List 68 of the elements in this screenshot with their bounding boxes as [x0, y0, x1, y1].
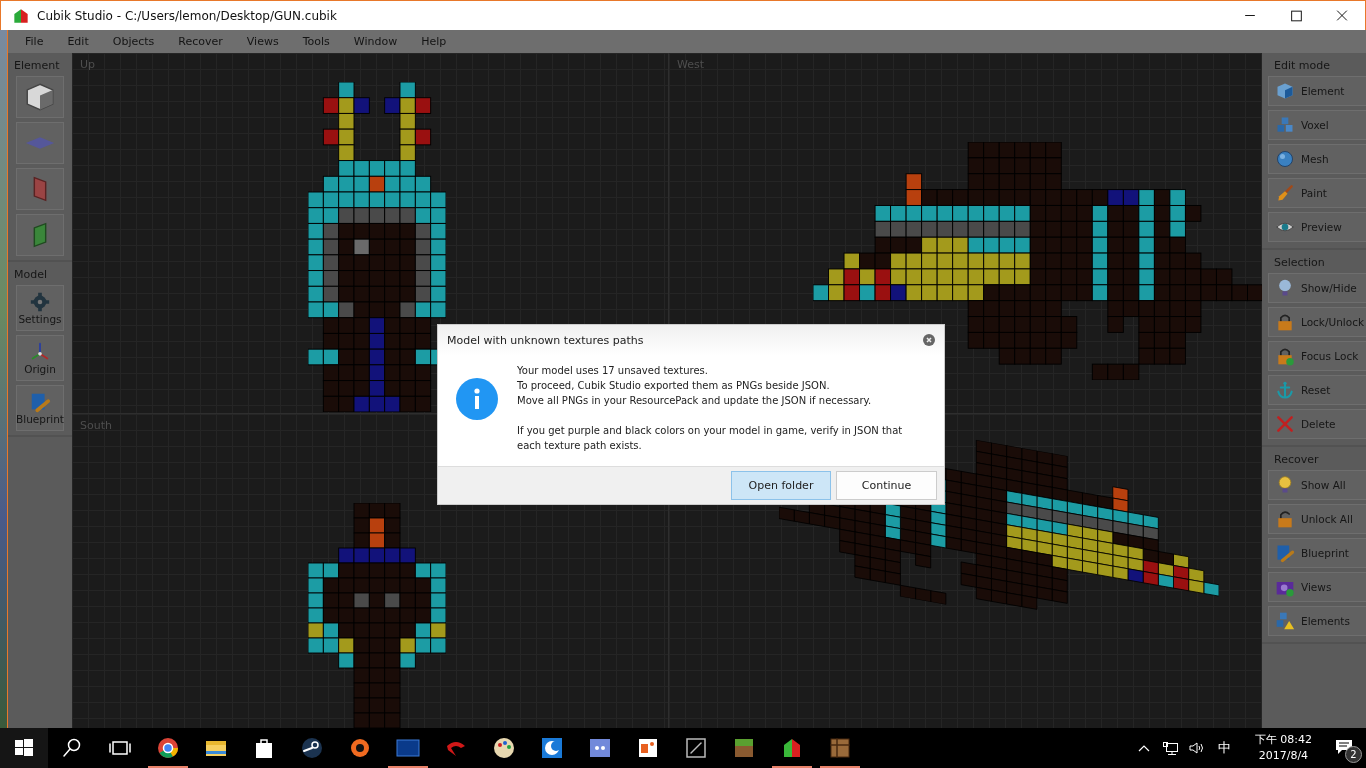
tool-button[interactable]: Voxel — [1268, 110, 1366, 140]
app-icon[interactable] — [540, 736, 564, 760]
app-logo-icon — [13, 7, 29, 24]
dialog-button[interactable]: Open folder — [731, 471, 831, 500]
tool-button[interactable]: Elements — [1268, 606, 1366, 636]
section-title: Recover — [1273, 453, 1319, 466]
app-icon[interactable] — [684, 736, 708, 760]
tool-button[interactable]: Show All — [1268, 470, 1366, 500]
dialog-title: Model with unknown textures paths — [447, 333, 644, 347]
tool-button[interactable]: Paint — [1268, 178, 1366, 208]
settings-icon — [29, 291, 51, 313]
input-method-indicator[interactable]: 中 — [1217, 739, 1231, 757]
palette-icon[interactable] — [492, 736, 516, 760]
menu-item[interactable]: Recover — [178, 35, 223, 48]
tool-button[interactable]: Reset — [1268, 375, 1366, 405]
menu-item[interactable]: Objects — [112, 35, 155, 48]
clock-time: 下午 08:42 — [1254, 732, 1312, 748]
app-icon[interactable] — [300, 736, 324, 760]
window-title: Cubik Studio - C:/Users/lemon/Desktop/GUN.cubik — [37, 8, 338, 23]
volume-icon[interactable] — [1187, 740, 1204, 756]
notification-count: 2 — [1345, 746, 1362, 763]
sphere-icon — [1275, 149, 1295, 169]
cubes-icon — [1275, 115, 1295, 135]
clock-date: 2017/8/4 — [1258, 748, 1309, 764]
chat-bubble-icon[interactable] — [588, 736, 612, 760]
cubes-warning-icon — [1275, 611, 1295, 631]
menu-item[interactable]: Window — [353, 35, 398, 48]
menu-item[interactable]: Tools — [302, 35, 330, 48]
tool-button[interactable]: Focus Lock — [1268, 341, 1366, 371]
menu-item[interactable]: Views — [246, 35, 279, 48]
tool-button[interactable]: Element — [1268, 76, 1366, 106]
clock[interactable]: 下午 08:42 2017/8/4 — [1254, 732, 1312, 764]
grass-block-icon[interactable] — [732, 736, 756, 760]
tool-button[interactable]: Show/Hide — [1268, 273, 1366, 303]
menu-item[interactable]: File — [25, 35, 44, 48]
section-title: Edit mode — [1273, 59, 1330, 72]
app-icon[interactable] — [348, 736, 372, 760]
blueprint-ruler-icon — [1275, 543, 1295, 563]
section-title: Element — [13, 59, 60, 72]
delete-icon — [1275, 414, 1295, 434]
tool-button[interactable]: Preview — [1268, 212, 1366, 242]
section-title: Selection — [1273, 256, 1325, 269]
tool-button[interactable]: Lock/Unlock — [1268, 307, 1366, 337]
tool-button[interactable]: Delete — [1268, 409, 1366, 439]
tool-button[interactable]: Settings — [16, 285, 64, 331]
tool-button[interactable]: Origin — [16, 335, 64, 381]
padlock-check-icon — [1275, 346, 1295, 366]
tool-button[interactable]: Unlock All — [1268, 504, 1366, 534]
menu-item[interactable]: Help — [421, 35, 447, 48]
blueprint-ruler-icon — [29, 391, 51, 413]
app-icon[interactable] — [636, 736, 660, 760]
crate-icon[interactable] — [828, 736, 852, 760]
info-icon — [456, 378, 498, 420]
tool-button[interactable]: Blueprint — [1268, 538, 1366, 568]
tool-button[interactable]: Views — [1268, 572, 1366, 602]
tool-button[interactable]: Blueprint — [16, 385, 64, 431]
close-icon[interactable] — [923, 334, 935, 346]
anchor-icon — [1275, 380, 1295, 400]
menu-item[interactable]: Edit — [67, 35, 89, 48]
open-padlock-icon — [1275, 509, 1295, 529]
app-icon[interactable] — [156, 736, 180, 760]
network-icon[interactable] — [1161, 740, 1178, 756]
padlock-icon — [1275, 312, 1295, 332]
section-title: Model — [13, 268, 48, 281]
dialog-button[interactable]: Continue — [836, 471, 937, 500]
cube-icon — [1275, 81, 1295, 101]
tool-button[interactable]: Mesh — [1268, 144, 1366, 174]
tool-button[interactable] — [16, 76, 64, 118]
